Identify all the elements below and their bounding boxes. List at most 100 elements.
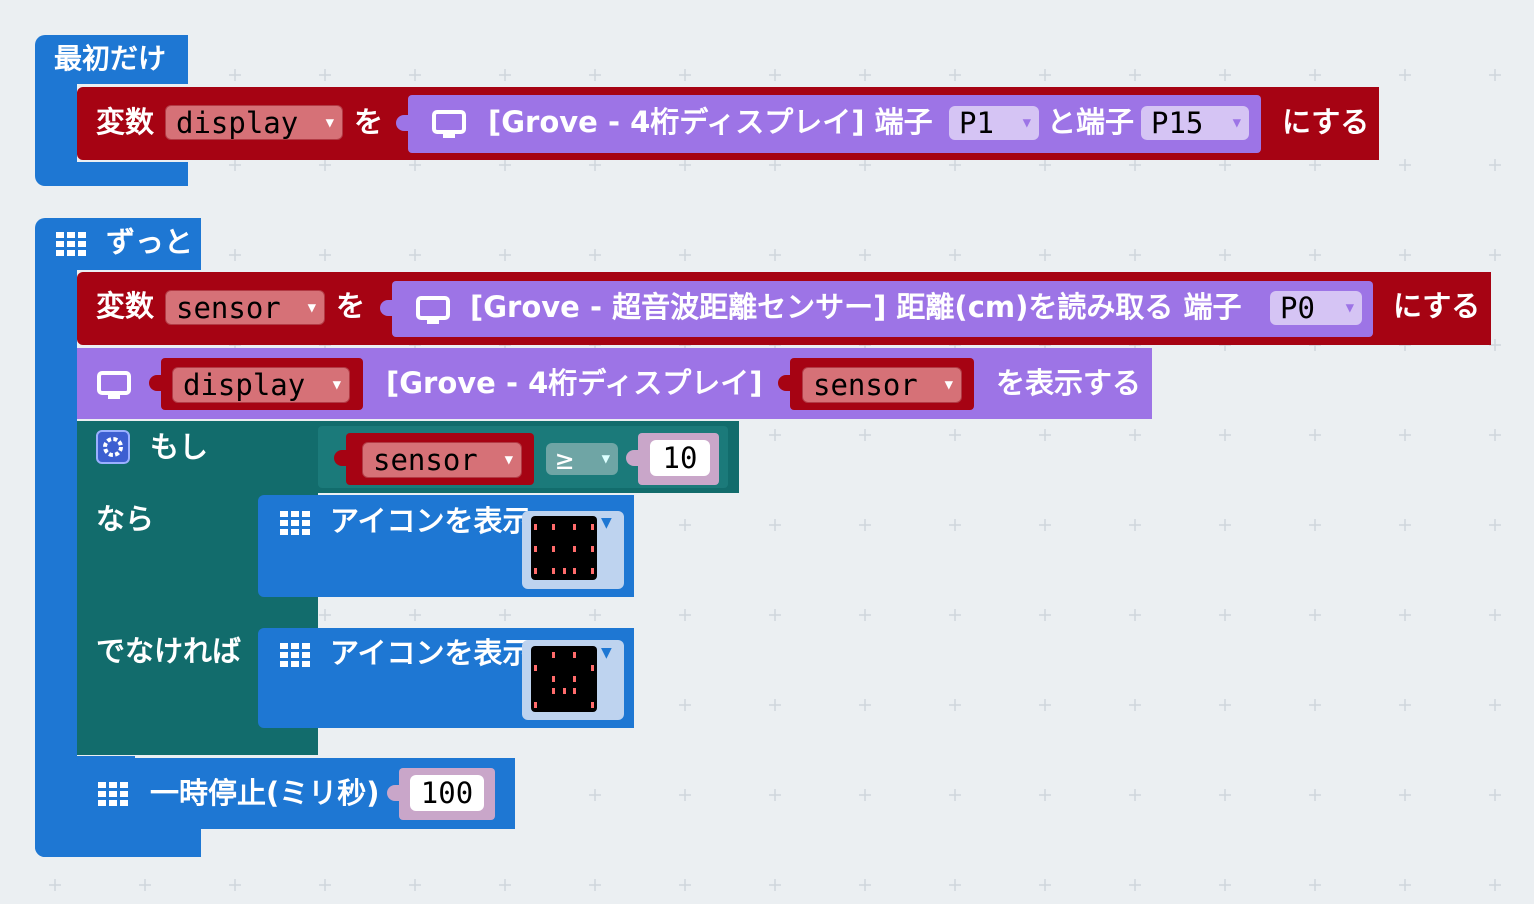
grid-cross <box>1039 609 1051 621</box>
compare-value-input[interactable]: 10 <box>650 440 710 476</box>
grid-cross <box>1309 789 1321 801</box>
grid-cross <box>859 519 871 531</box>
chevron-down-icon: ▼ <box>1345 300 1354 316</box>
sensor-variable-dropdown[interactable]: sensor ▼ <box>802 367 962 403</box>
grid-icon <box>98 782 128 806</box>
grid-cross <box>499 159 511 171</box>
set-suffix-label: にする <box>1393 289 1481 323</box>
chevron-down-icon: ▼ <box>944 377 953 393</box>
grid-cross <box>1219 429 1231 441</box>
grid-cross <box>409 249 421 261</box>
grid-cross <box>1129 699 1141 711</box>
display-variable-dropdown[interactable]: display ▼ <box>172 367 350 403</box>
grid-cross <box>1309 429 1321 441</box>
pin1-dropdown[interactable]: P1 ▼ <box>949 106 1039 140</box>
grove-4digit-label: [Grove - 4桁ディスプレイ] 端子 <box>488 105 933 139</box>
grid-cross <box>859 789 871 801</box>
grid-cross <box>589 69 601 81</box>
grid-cross <box>319 879 331 891</box>
set-label: 変数 <box>96 289 155 323</box>
grid-cross <box>769 879 781 891</box>
grid-cross <box>499 249 511 261</box>
grid-cross <box>319 609 331 621</box>
grid-cross <box>679 699 691 711</box>
sensor-variable-dropdown[interactable]: sensor ▼ <box>362 442 522 478</box>
grid-cross <box>1399 609 1411 621</box>
grid-cross <box>1399 519 1411 531</box>
display-icon <box>416 296 450 324</box>
ultrasonic-read-label: [Grove - 超音波距離センサー] 距離(cm)を読み取る 端子 <box>470 290 1242 324</box>
grid-cross <box>1399 429 1411 441</box>
display-variable-dropdown[interactable]: display ▼ <box>165 105 343 140</box>
grid-cross <box>859 159 871 171</box>
if-label: もし <box>150 430 209 464</box>
grid-cross <box>949 879 961 891</box>
grid-cross <box>949 519 961 531</box>
grid-cross <box>1399 69 1411 81</box>
grid-cross <box>229 879 241 891</box>
grid-cross <box>1399 249 1411 261</box>
grid-cross <box>1309 699 1321 711</box>
show-icon-label: アイコンを表示 <box>330 504 532 538</box>
show-number-label: [Grove - 4桁ディスプレイ] <box>386 366 763 400</box>
pin-p0-dropdown[interactable]: P0 ▼ <box>1270 291 1362 325</box>
grid-cross <box>1489 699 1501 711</box>
grid-cross <box>139 879 151 891</box>
grid-cross <box>1219 699 1231 711</box>
grid-icon <box>280 511 310 535</box>
pin2-dropdown[interactable]: P15 ▼ <box>1141 106 1249 140</box>
grid-cross <box>859 699 871 711</box>
grid-cross <box>1219 249 1231 261</box>
grid-cross <box>1129 609 1141 621</box>
grid-cross <box>859 429 871 441</box>
pause-ms-input[interactable]: 100 <box>410 775 484 811</box>
grid-cross <box>1129 789 1141 801</box>
grid-cross <box>1039 789 1051 801</box>
chevron-down-icon: ▼ <box>504 452 513 468</box>
grid-cross <box>1219 789 1231 801</box>
grid-cross <box>679 69 691 81</box>
grid-cross <box>1039 699 1051 711</box>
grid-cross <box>1399 699 1411 711</box>
grid-cross <box>769 519 781 531</box>
chevron-down-icon[interactable]: ▼ <box>601 515 612 531</box>
grid-cross <box>409 159 421 171</box>
grid-cross <box>679 249 691 261</box>
chevron-down-icon: ▼ <box>601 451 610 467</box>
chevron-down-icon: ▼ <box>1022 115 1031 131</box>
grid-cross <box>229 249 241 261</box>
led-pattern-else <box>534 652 594 708</box>
grid-cross <box>1129 249 1141 261</box>
grid-cross <box>319 249 331 261</box>
grid-cross <box>1489 519 1501 531</box>
grid-cross <box>1039 519 1051 531</box>
sensor-variable-dropdown[interactable]: sensor ▼ <box>165 290 325 325</box>
grid-cross <box>949 429 961 441</box>
grid-cross <box>499 69 511 81</box>
grid-cross <box>1129 429 1141 441</box>
grid-cross <box>1489 249 1501 261</box>
grid-cross <box>769 609 781 621</box>
grid-cross <box>409 879 421 891</box>
grid-cross <box>1129 879 1141 891</box>
grid-icon <box>56 232 86 256</box>
grid-cross <box>1399 879 1411 891</box>
grid-cross <box>499 609 511 621</box>
grid-cross <box>1399 159 1411 171</box>
grid-cross <box>1129 69 1141 81</box>
grid-cross <box>1129 519 1141 531</box>
operator-dropdown[interactable]: ≥ ▼ <box>546 442 618 476</box>
show-suffix-label: を表示する <box>996 366 1142 400</box>
grid-cross <box>859 249 871 261</box>
grid-cross <box>949 789 961 801</box>
grid-cross <box>1399 789 1411 801</box>
gear-icon[interactable] <box>96 430 130 464</box>
chevron-down-icon[interactable]: ▼ <box>601 645 612 661</box>
grid-cross <box>589 609 601 621</box>
grid-cross <box>1309 249 1321 261</box>
chevron-down-icon: ▼ <box>332 377 341 393</box>
grid-cross <box>1489 429 1501 441</box>
grid-cross <box>859 609 871 621</box>
grid-cross <box>679 519 691 531</box>
grid-cross <box>949 609 961 621</box>
